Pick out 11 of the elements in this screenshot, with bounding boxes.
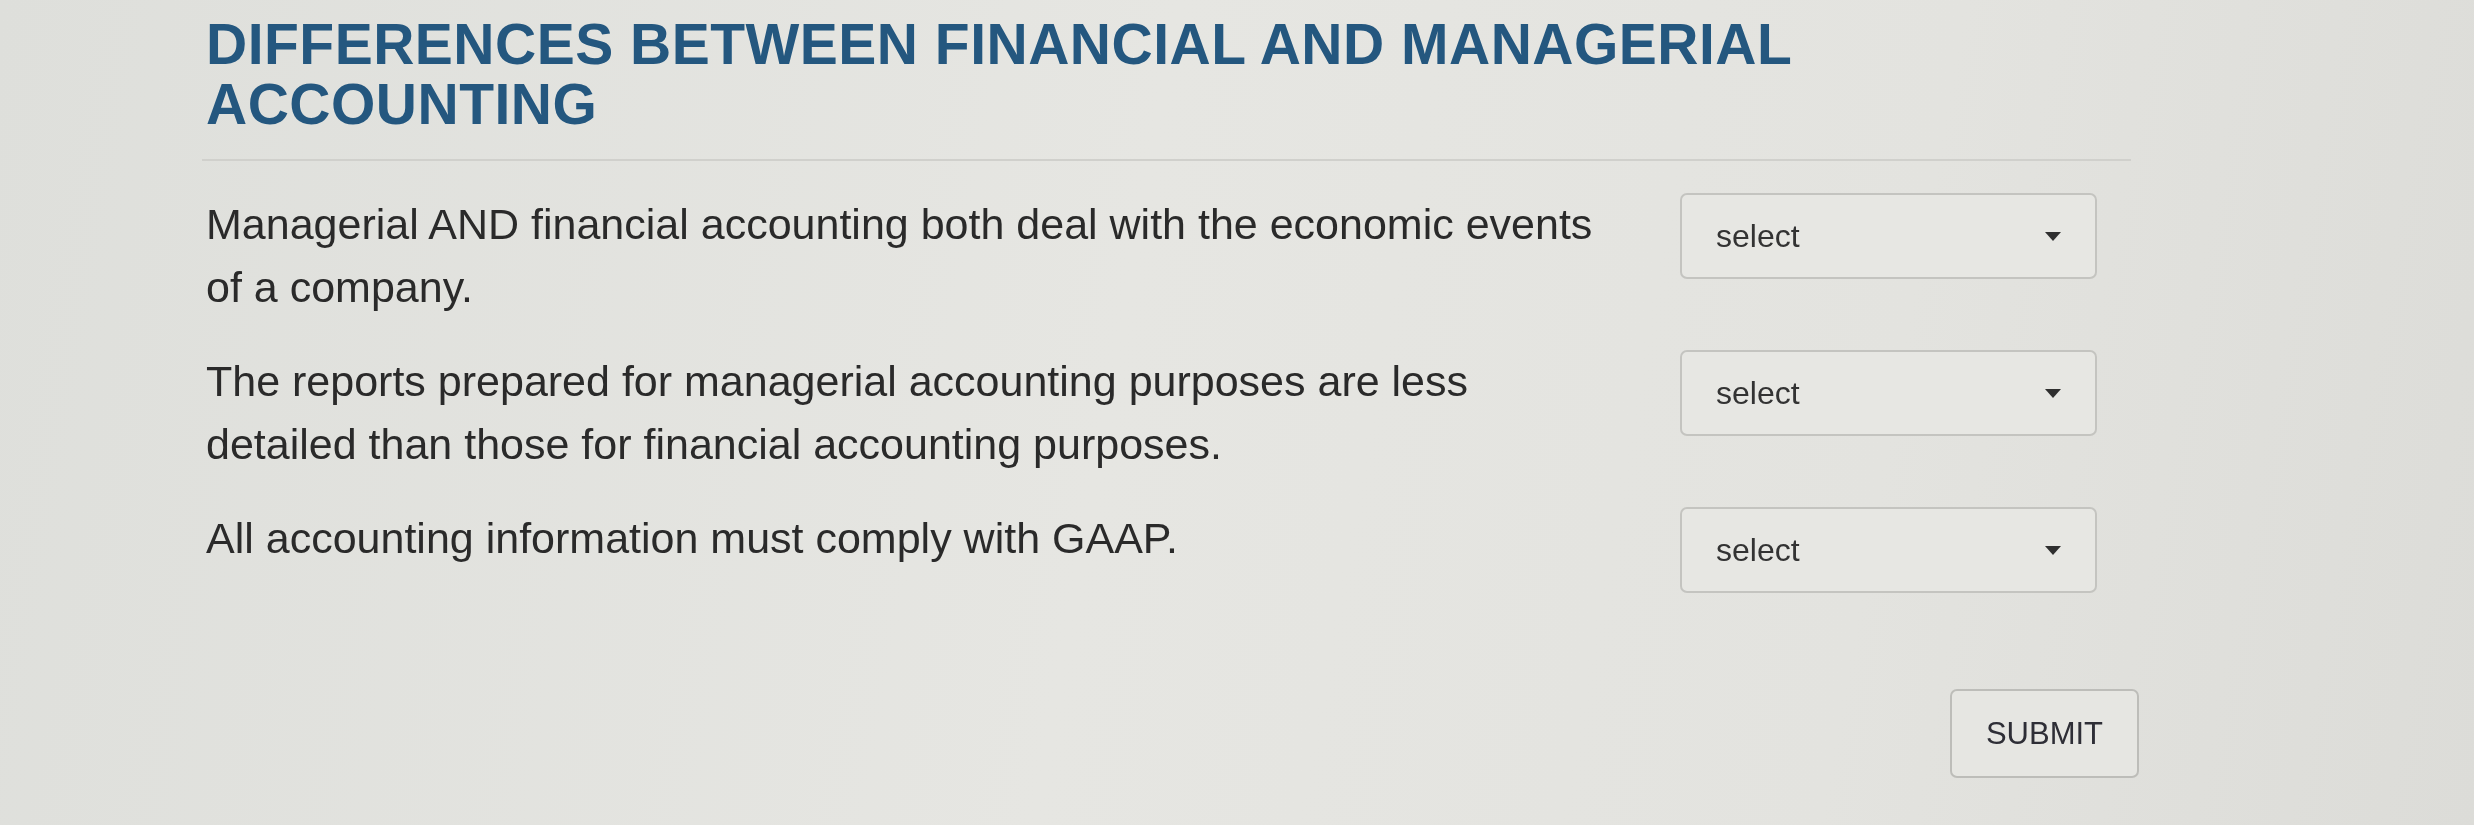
select-dropdown[interactable]: select: [1680, 350, 2097, 436]
question-text: The reports prepared for managerial accounting purposes are less detailed than those for financial accounting purposes.: [206, 356, 1470, 470]
caret-icon: [2045, 545, 2061, 555]
select-dropdown[interactable]: select: [1680, 193, 2097, 279]
caret-icon: [2045, 231, 2061, 241]
page-title: DIFFERENCES BETWEEN FINANCIAL AND MANAGERIAL ACCOUNTING: [206, 14, 1793, 134]
caret-icon: [2045, 388, 2061, 398]
question-text: Managerial AND financial accounting both deal with the economic events of a company.: [206, 199, 1594, 313]
question-text: All accounting information must comply with GAAP.: [206, 513, 1179, 564]
select-dropdown[interactable]: select: [1680, 507, 2097, 593]
submit-button[interactable]: SUBMIT: [1950, 689, 2139, 778]
